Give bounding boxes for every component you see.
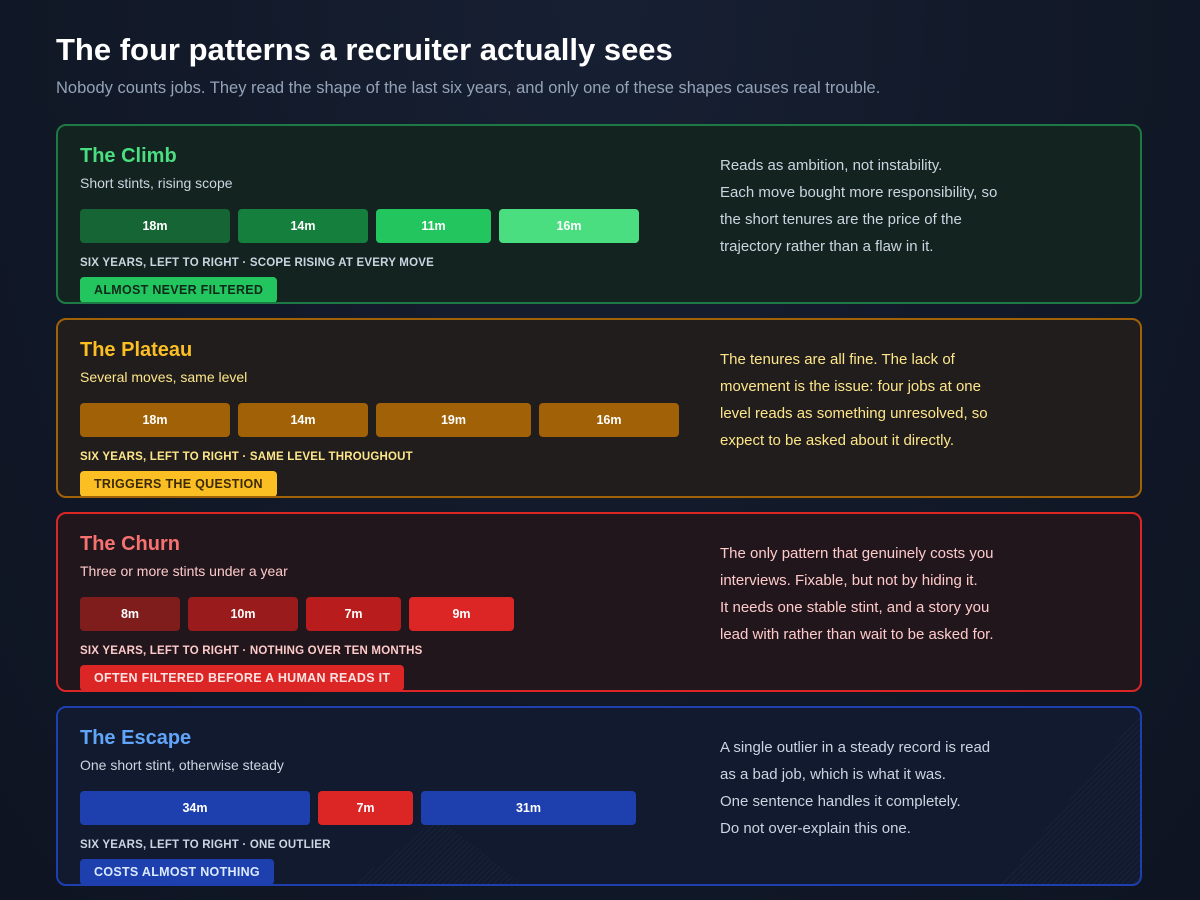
description-line: The tenures are all fine. The lack of — [720, 351, 955, 368]
description-line: lead with rather than wait to be asked f… — [720, 626, 994, 643]
tenure-bar: 31m — [421, 791, 636, 825]
tenure-bar: 7m — [306, 597, 401, 631]
tenure-bar: 9m — [409, 597, 514, 631]
pattern-title: The Climb — [80, 145, 177, 167]
description-line: the short tenures are the price of the — [720, 211, 962, 228]
description-line: interviews. Fixable, but not by hiding i… — [720, 572, 978, 589]
pattern-subtitle: Three or more stints under a year — [80, 563, 288, 579]
timeline-caption: SIX YEARS, LEFT TO RIGHT · NOTHING OVER … — [80, 645, 423, 657]
pattern-card-plateau: The Plateau Several moves, same level 18… — [56, 318, 1142, 498]
timeline-caption: SIX YEARS, LEFT TO RIGHT · ONE OUTLIER — [80, 839, 331, 851]
description-line: Reads as ambition, not instability. — [720, 157, 943, 174]
pattern-card-climb: The Climb Short stints, rising scope 18m… — [56, 124, 1142, 304]
page-subtitle: Nobody counts jobs. They read the shape … — [56, 79, 881, 97]
description-line: trajectory rather than a flaw in it. — [720, 238, 934, 255]
pattern-description: The tenures are all fine. The lack of mo… — [720, 346, 1030, 454]
tenure-bar: 10m — [188, 597, 298, 631]
tenure-bar: 16m — [499, 209, 639, 243]
tenure-bar: 14m — [238, 209, 368, 243]
description-line: Each move bought more responsibility, so — [720, 184, 998, 201]
description-line: One sentence handles it completely. — [720, 793, 961, 810]
pattern-title: The Churn — [80, 533, 180, 555]
page-title: The four patterns a recruiter actually s… — [56, 32, 673, 67]
pattern-description: Reads as ambition, not instability. Each… — [720, 152, 1030, 260]
description-line: movement is the issue: four jobs at one — [720, 378, 981, 395]
timeline-caption: SIX YEARS, LEFT TO RIGHT · SAME LEVEL TH… — [80, 451, 413, 463]
description-line: Do not over-explain this one. — [720, 820, 911, 837]
tenure-bar: 14m — [238, 403, 368, 437]
filter-risk-badge: ALMOST NEVER FILTERED — [80, 277, 278, 302]
pattern-card-escape: The Escape One short stint, otherwise st… — [56, 706, 1142, 886]
pattern-subtitle: Several moves, same level — [80, 369, 248, 385]
tenure-bar: 7m — [318, 791, 413, 825]
pattern-title: The Plateau — [80, 339, 193, 361]
pattern-subtitle: Short stints, rising scope — [80, 175, 233, 191]
filter-risk-badge: TRIGGERS THE QUESTION — [80, 471, 277, 496]
timeline-caption: SIX YEARS, LEFT TO RIGHT · SCOPE RISING … — [80, 257, 434, 269]
tenure-bar: 19m — [376, 403, 531, 437]
pattern-title: The Escape — [80, 727, 192, 749]
pattern-card-churn: The Churn Three or more stints under a y… — [56, 512, 1142, 692]
tenure-bar: 8m — [80, 597, 180, 631]
tenure-bar: 18m — [80, 209, 230, 243]
description-line: expect to be asked about it directly. — [720, 432, 955, 449]
tenure-bar: 16m — [539, 403, 679, 437]
pattern-description: The only pattern that genuinely costs yo… — [720, 540, 1030, 648]
pattern-description: A single outlier in a steady record is r… — [720, 734, 1030, 842]
description-line: level reads as something unresolved, so — [720, 405, 988, 422]
pattern-subtitle: One short stint, otherwise steady — [80, 757, 284, 773]
filter-risk-badge: OFTEN FILTERED BEFORE A HUMAN READS IT — [80, 665, 405, 690]
tenure-bar: 11m — [376, 209, 491, 243]
description-line: It needs one stable stint, and a story y… — [720, 599, 990, 616]
description-line: The only pattern that genuinely costs yo… — [720, 545, 994, 562]
description-line: A single outlier in a steady record is r… — [720, 739, 991, 756]
filter-risk-badge: COSTS ALMOST NOTHING — [80, 859, 274, 884]
description-line: as a bad job, which is what it was. — [720, 766, 946, 783]
tenure-bar: 34m — [80, 791, 310, 825]
tenure-bar: 18m — [80, 403, 230, 437]
